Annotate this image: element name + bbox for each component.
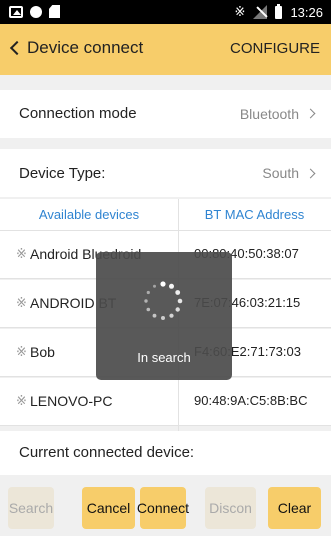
loading-text: In search bbox=[137, 350, 191, 365]
connection-mode-row[interactable]: Connection mode Bluetooth bbox=[0, 90, 331, 138]
chevron-left-icon bbox=[9, 40, 25, 56]
current-device-label: Current connected device: bbox=[19, 444, 195, 461]
bluetooth-icon: ※ bbox=[16, 246, 27, 261]
clear-button[interactable]: Clear bbox=[268, 487, 321, 529]
mac-address-header: BT MAC Address bbox=[204, 207, 305, 222]
app-header: Device connect CONFIGURE bbox=[0, 24, 331, 75]
available-devices-header: Available devices bbox=[38, 207, 140, 222]
configure-button[interactable]: CONFIGURE bbox=[230, 40, 320, 57]
connect-button[interactable]: Connect bbox=[137, 487, 189, 529]
status-time: 13:26 bbox=[290, 4, 323, 20]
button-bar: Search Cancel Connect Discon Clear bbox=[0, 480, 331, 536]
page-title: Device connect bbox=[27, 38, 144, 57]
bluetooth-icon: ※ bbox=[16, 393, 27, 408]
chevron-right-icon bbox=[305, 108, 316, 119]
device-type-label: Device Type: bbox=[19, 165, 106, 182]
search-button[interactable]: Search bbox=[8, 487, 54, 529]
device-type-value: South bbox=[262, 165, 299, 181]
bluetooth-icon: ※ bbox=[16, 295, 27, 310]
dot-icon bbox=[30, 5, 42, 18]
chevron-right-icon bbox=[305, 168, 316, 179]
bluetooth-icon: ※ bbox=[234, 4, 246, 19]
device-row[interactable]: ※ LENOVO-PC 90:48:9A:C5:8B:BC bbox=[0, 378, 331, 426]
device-mac: 90:48:9A:C5:8B:BC bbox=[194, 393, 308, 408]
disconnect-button[interactable]: Discon bbox=[205, 487, 256, 529]
devices-table-header: Available devices BT MAC Address bbox=[0, 199, 331, 231]
device-name: Bob bbox=[30, 344, 55, 360]
connection-mode-value: Bluetooth bbox=[239, 106, 299, 122]
current-device-row: Current connected device: bbox=[0, 431, 331, 475]
bluetooth-icon: ※ bbox=[16, 344, 27, 359]
loading-dialog: In search bbox=[96, 252, 232, 380]
loading-spinner-icon bbox=[144, 281, 183, 320]
battery-icon bbox=[275, 3, 283, 19]
sdcard-icon bbox=[49, 5, 60, 18]
device-type-row[interactable]: Device Type: South bbox=[0, 149, 331, 197]
status-bar: ※ 13:26 bbox=[0, 0, 331, 24]
no-signal-icon bbox=[253, 5, 268, 19]
connection-mode-label: Connection mode bbox=[19, 105, 137, 122]
device-name: LENOVO-PC bbox=[30, 393, 113, 409]
image-icon bbox=[9, 5, 23, 18]
cancel-button[interactable]: Cancel bbox=[82, 487, 135, 529]
back-button[interactable]: Device connect bbox=[9, 38, 143, 58]
